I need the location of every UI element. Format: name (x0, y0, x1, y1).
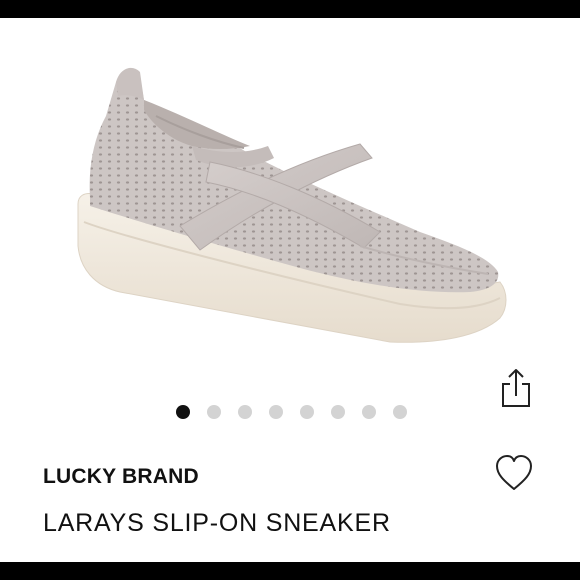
carousel-dot-3[interactable] (238, 405, 252, 419)
like-button[interactable] (493, 453, 535, 493)
share-icon (502, 369, 530, 407)
carousel-dot-5[interactable] (300, 405, 314, 419)
carousel-dot-4[interactable] (269, 405, 283, 419)
share-button[interactable] (496, 366, 536, 410)
carousel-dot-7[interactable] (362, 405, 376, 419)
heart-icon (496, 455, 532, 490)
product-photo[interactable] (60, 46, 530, 366)
carousel-dot-2[interactable] (207, 405, 221, 419)
carousel-dot-6[interactable] (331, 405, 345, 419)
brand-name[interactable]: LUCKY BRAND (43, 465, 199, 489)
carousel-dot-1[interactable] (176, 405, 190, 419)
bottom-frame-bar (0, 562, 580, 580)
top-frame-bar (0, 0, 580, 18)
product-listing-screen: LUCKY BRAND LARAYS SLIP-ON SNEAKER (0, 18, 580, 562)
image-carousel-indicator (176, 405, 407, 419)
product-title: LARAYS SLIP-ON SNEAKER (43, 509, 391, 537)
carousel-dot-8[interactable] (393, 405, 407, 419)
